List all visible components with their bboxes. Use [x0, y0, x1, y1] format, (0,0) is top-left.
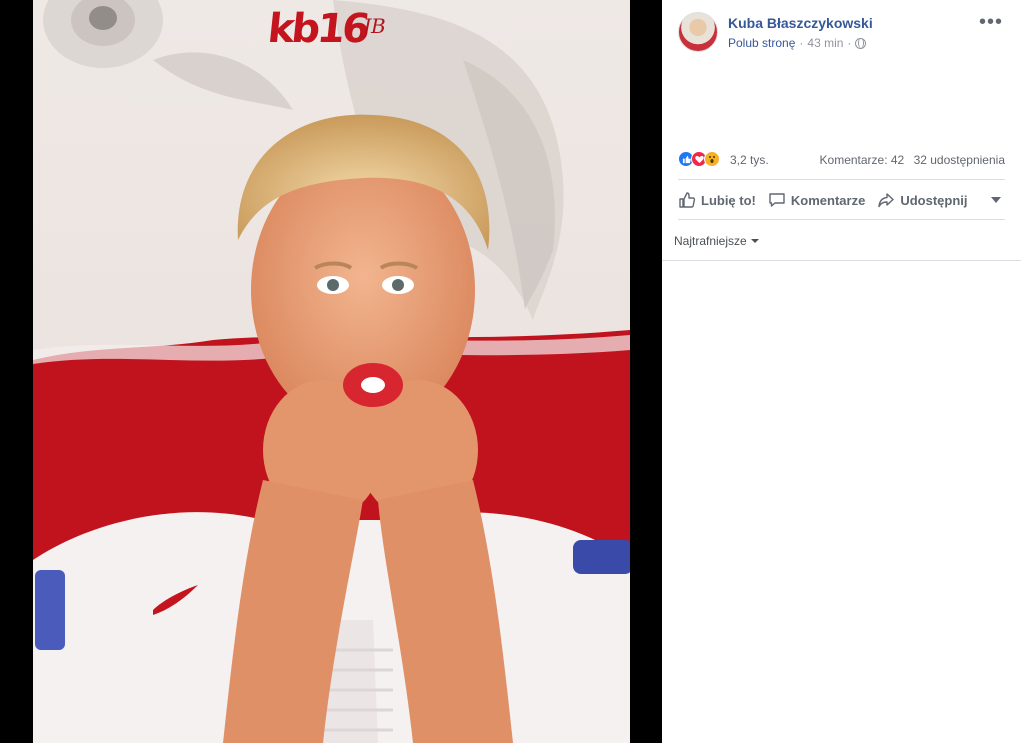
uefa-patch: [573, 540, 630, 574]
meta-separator: ·: [847, 36, 852, 50]
avatar[interactable]: [678, 12, 718, 52]
meta-separator: ·: [799, 36, 804, 50]
post-header: Kuba Błaszczykowski Polub stronę · 43 mi…: [678, 12, 1021, 54]
reactions-row: 3,2 tys. Komentarze: 42 32 udostępnienia: [678, 150, 1005, 172]
comment-sort-dropdown[interactable]: Najtrafniejsze: [674, 234, 759, 248]
divider: [678, 179, 1005, 180]
divider: [662, 260, 1021, 261]
reaction-count[interactable]: 3,2 tys.: [730, 153, 769, 167]
signature: JB: [363, 14, 386, 38]
shares-count[interactable]: 32 udostępnienia: [914, 153, 1005, 167]
globe-icon: [855, 37, 867, 49]
photo-viewer: kb16 JB: [0, 0, 662, 743]
thumbs-up-icon: [679, 192, 696, 208]
like-button[interactable]: Lubię to!: [678, 191, 756, 209]
comment-button[interactable]: Komentarze: [768, 191, 865, 209]
post-photo[interactable]: kb16 JB: [33, 0, 630, 743]
photo-illustration: [33, 0, 630, 743]
divider: [678, 219, 1005, 220]
comment-icon: [769, 193, 785, 207]
author-name[interactable]: Kuba Błaszczykowski: [728, 15, 873, 31]
like-button-label: Lubię to!: [701, 192, 756, 208]
chevron-down-icon[interactable]: [991, 197, 1001, 203]
caret-down-icon: [750, 239, 759, 243]
share-button[interactable]: Udostępnij: [877, 191, 967, 209]
action-bar: Lubię to! Komentarze Udostępnij: [678, 181, 1005, 219]
comment-button-label: Komentarze: [790, 192, 866, 208]
reaction-icons[interactable]: [678, 151, 720, 167]
post-panel: Kuba Błaszczykowski Polub stronę · 43 mi…: [662, 0, 1021, 743]
comments-count[interactable]: Komentarze: 42: [820, 153, 905, 167]
engagement-counts: Komentarze: 42 32 udostępnienia: [820, 153, 1005, 167]
wow-icon: [704, 151, 720, 167]
like-page-link[interactable]: Polub stronę: [728, 36, 795, 50]
kb16-logo: kb16: [265, 6, 370, 52]
post-meta: Polub stronę · 43 min ·: [728, 36, 867, 50]
share-icon: [878, 193, 895, 208]
sort-label: Najtrafniejsze: [674, 234, 747, 248]
post-time[interactable]: 43 min: [807, 36, 843, 50]
share-button-label: Udostępnij: [900, 192, 968, 208]
more-options-icon[interactable]: •••: [979, 12, 1003, 32]
euro-patch: [35, 570, 65, 650]
